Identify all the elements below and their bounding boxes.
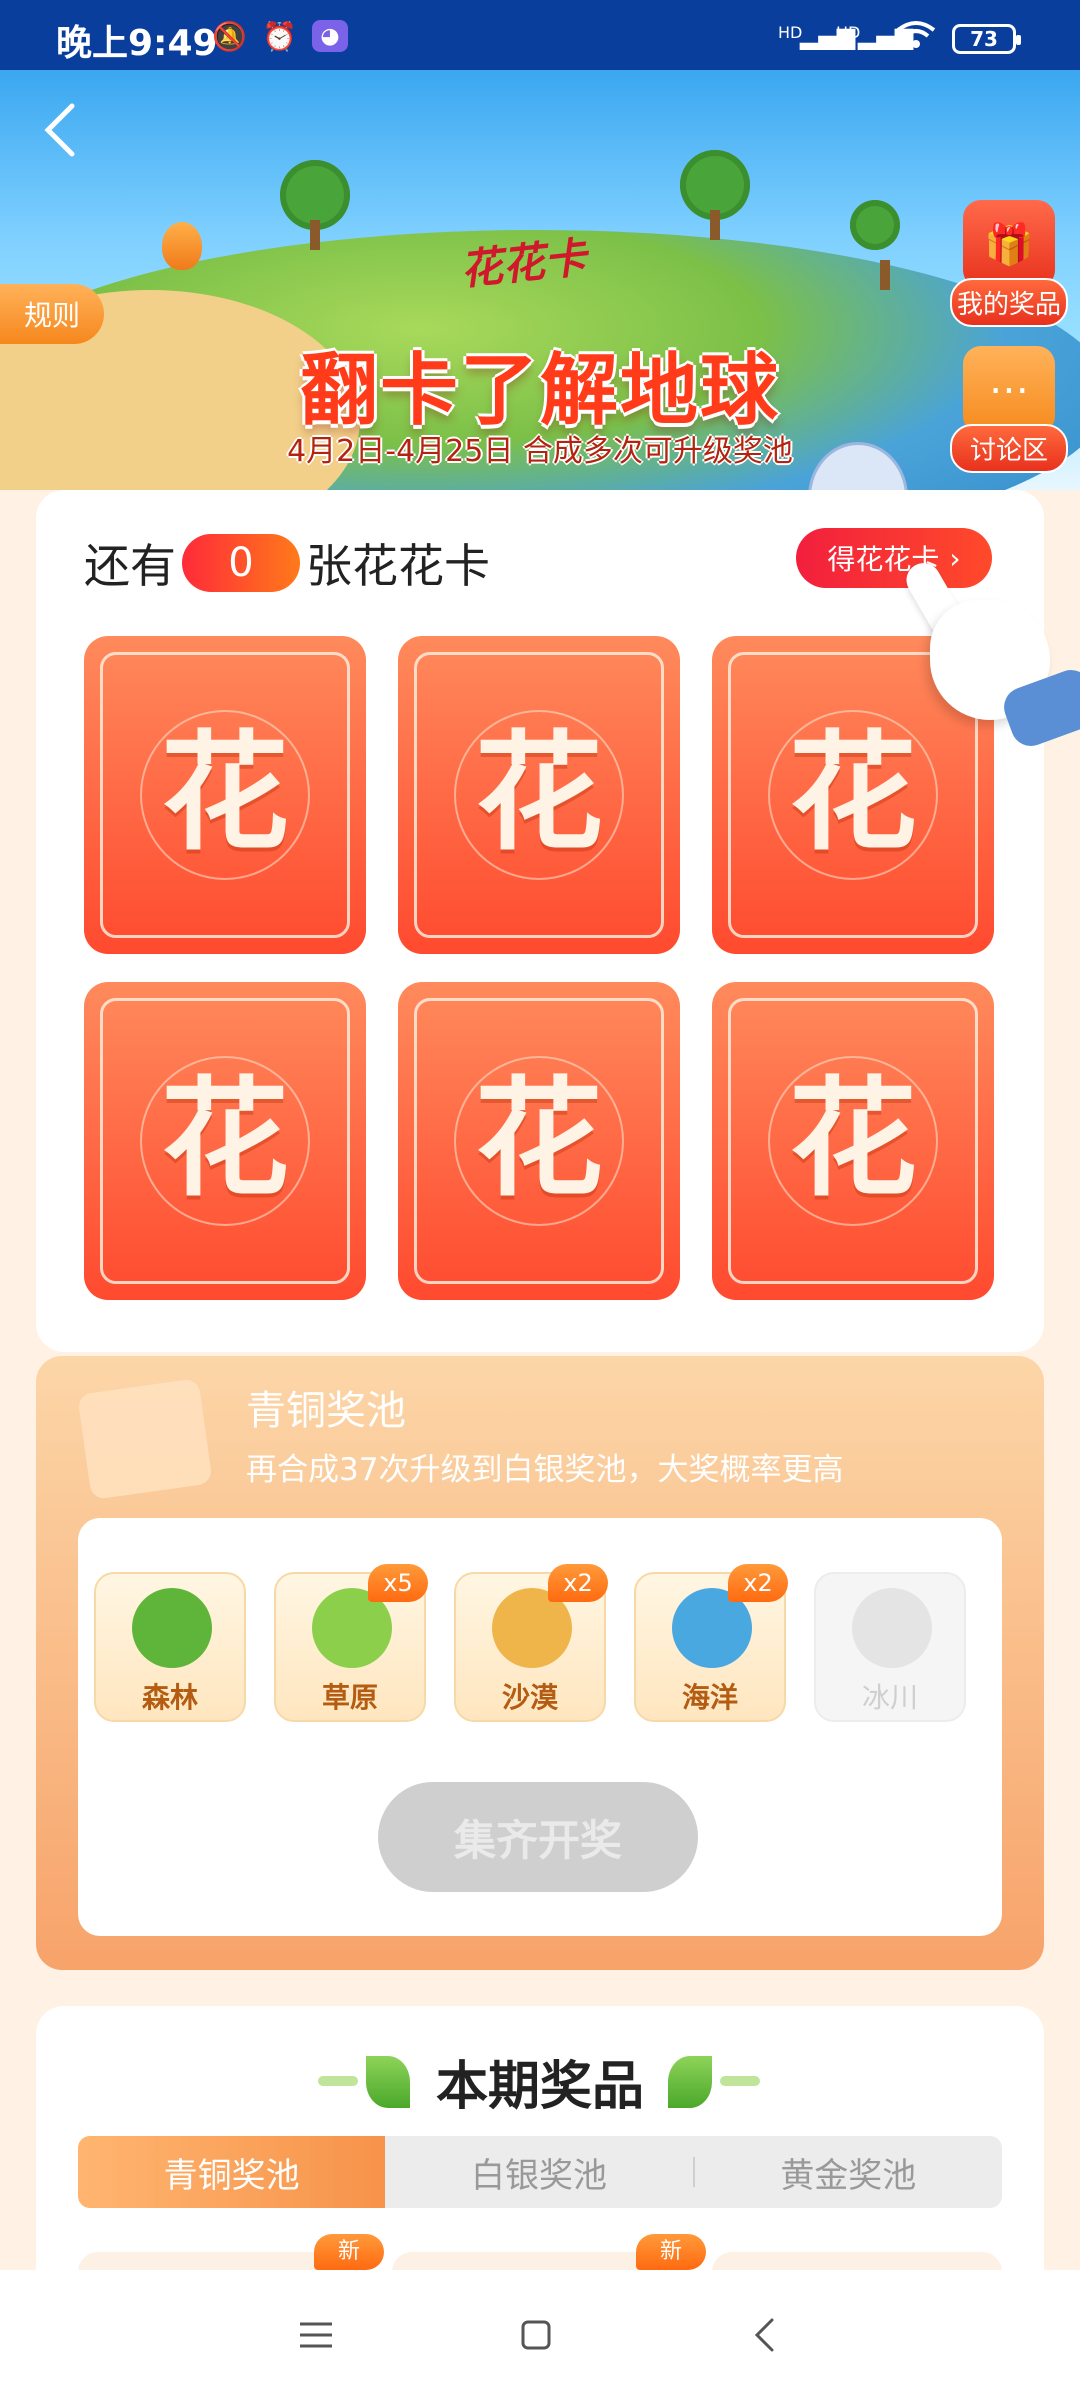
flip-card-panel: 还有 0 张花花卡 得花花卡 › 花 花 花 花 花 花: [36, 490, 1044, 1352]
multiplier-badge: x2: [728, 1564, 788, 1602]
gift-box-icon: [77, 1378, 213, 1500]
mute-icon: 🔕: [212, 19, 247, 53]
app-notification-icon: ◕: [312, 20, 348, 52]
decor-dash: [720, 2076, 760, 2086]
pointing-hand-icon: [900, 556, 1080, 752]
pool-item-forest[interactable]: 森林: [94, 1572, 246, 1722]
tab-silver-pool[interactable]: 白银奖池: [385, 2136, 692, 2208]
chat-bubble-icon: ⋯: [963, 346, 1055, 434]
my-prizes-label: 我的奖品: [950, 278, 1068, 327]
leaf-icon: [668, 2056, 712, 2108]
network-hd-1: HD: [778, 22, 803, 42]
pool-item-grassland[interactable]: 草原 x5: [274, 1564, 428, 1722]
battery-indicator: 73: [952, 24, 1021, 54]
multiplier-badge: x5: [368, 1564, 428, 1602]
new-badge: 新: [636, 2234, 706, 2270]
forest-icon: [132, 1588, 212, 1668]
new-badge: 新: [314, 2234, 384, 2270]
flip-card[interactable]: 花: [84, 636, 366, 954]
banner-title: 翻卡了解地球: [299, 346, 780, 436]
card-glyph: 花: [474, 1065, 603, 1214]
pool-title: 青铜奖池: [246, 1388, 406, 1434]
flip-card[interactable]: 花: [84, 982, 366, 1300]
pool-description: 再合成37次升级到白银奖池，大奖概率更高: [246, 1452, 844, 1488]
tab-gold-pool[interactable]: 黄金奖池: [695, 2136, 1002, 2208]
wifi-icon: [896, 20, 936, 52]
card-glyph: 花: [160, 719, 289, 868]
pool-item-glacier[interactable]: 冰川: [814, 1572, 966, 1722]
pool-collection-box: 森林 草原 x5 沙漠 x2 海洋 x2 冰川 集齐开奖: [78, 1518, 1002, 1936]
banner: 花花卡 翻卡了解地球 4月2日-4月25日 合成多次可升级奖池: [0, 70, 1080, 490]
glacier-icon: [852, 1588, 932, 1668]
balloon-icon: [162, 222, 202, 270]
card-glyph: 花: [160, 1065, 289, 1214]
back-icon[interactable]: [734, 2310, 794, 2360]
card-glyph: 花: [474, 719, 603, 868]
tree-icon: [850, 200, 900, 290]
flip-card[interactable]: 花: [398, 982, 680, 1300]
remaining-count-badge: 0: [182, 534, 300, 592]
multiplier-badge: x2: [548, 1564, 608, 1602]
prize-pool-panel: 青铜奖池 再合成37次升级到白银奖池，大奖概率更高 森林 草原 x5 沙漠 x2…: [36, 1356, 1044, 1970]
remaining-suffix: 张花花卡: [306, 539, 490, 593]
remaining-cards-text: 还有 0 张花花卡: [84, 530, 490, 596]
remaining-prefix: 还有: [84, 539, 176, 593]
current-prizes-panel: 本期奖品 青铜奖池 白银奖池 黄金奖池 新 新: [36, 2006, 1044, 2312]
home-icon[interactable]: [506, 2310, 566, 2360]
back-button[interactable]: [40, 100, 100, 170]
system-nav-bar: [0, 2270, 1080, 2400]
pool-item-desert[interactable]: 沙漠 x2: [454, 1564, 608, 1722]
chevron-left-icon: [44, 103, 75, 157]
banner-subtitle: 4月2日-4月25日 合成多次可升级奖池: [287, 434, 793, 469]
alarm-icon: ⏰: [262, 19, 297, 53]
flip-card[interactable]: 花: [398, 636, 680, 954]
prizes-title: 本期奖品: [435, 2057, 644, 2117]
status-time: 晚上9:49: [56, 23, 218, 64]
tab-bronze-pool[interactable]: 青铜奖池: [78, 2136, 386, 2208]
card-glyph: 花: [788, 1065, 917, 1214]
rules-button[interactable]: 规则: [0, 284, 104, 344]
draw-prize-button[interactable]: 集齐开奖: [378, 1782, 698, 1892]
gift-icon: 🎁: [963, 200, 1055, 288]
network-hd-2: HD: [836, 22, 861, 42]
status-bar: 晚上9:49 🔕 ⏰ ◕ HD ▂▄▆ HD ▂▄▆ 73: [0, 0, 1080, 70]
discussion-label: 讨论区: [950, 424, 1068, 473]
menu-icon[interactable]: [286, 2310, 346, 2360]
prize-pool-tabs: 青铜奖池 白银奖池 黄金奖池: [78, 2136, 1002, 2208]
discussion-button[interactable]: ⋯ 讨论区: [950, 346, 1068, 473]
tree-icon: [280, 160, 350, 250]
pool-item-ocean[interactable]: 海洋 x2: [634, 1564, 788, 1722]
tree-icon: [680, 150, 750, 240]
flip-card[interactable]: 花: [712, 982, 994, 1300]
my-prizes-button[interactable]: 🎁 我的奖品: [950, 200, 1068, 327]
